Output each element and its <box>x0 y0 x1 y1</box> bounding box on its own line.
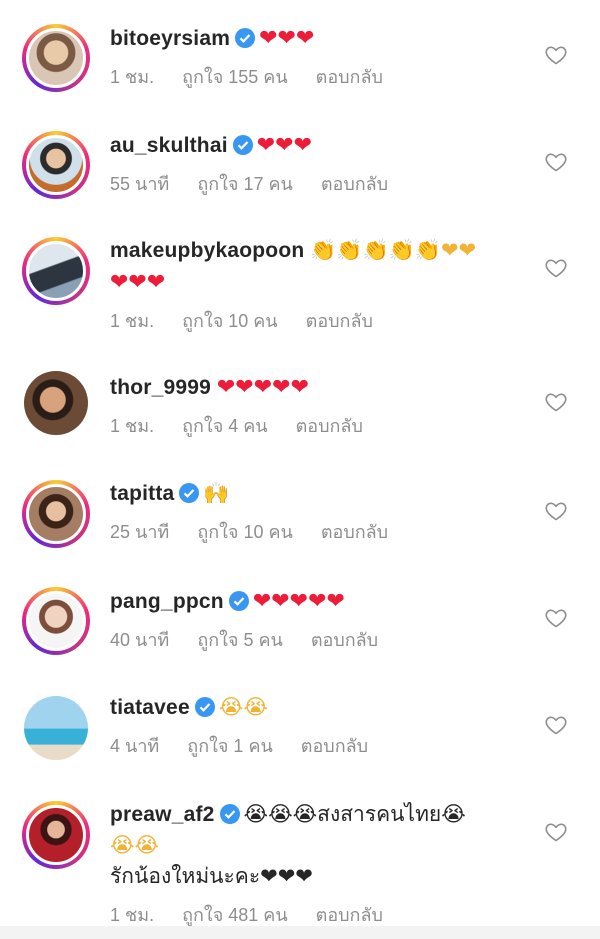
username[interactable]: au_skulthai <box>110 134 228 157</box>
avatar[interactable] <box>26 484 86 544</box>
verified-badge-icon <box>235 28 256 48</box>
heart-outline-icon[interactable] <box>544 256 568 280</box>
avatar[interactable] <box>26 591 86 651</box>
avatar-wrapper[interactable] <box>22 694 90 762</box>
avatar[interactable] <box>26 28 86 88</box>
likes-count[interactable]: ถูกใจ 17 คน <box>197 169 293 198</box>
heart-outline-icon[interactable] <box>544 150 568 174</box>
verified-badge-icon <box>194 697 215 717</box>
comment-time: 1 ชม. <box>110 67 155 87</box>
avatar[interactable] <box>26 241 86 301</box>
heart-outline-icon[interactable] <box>544 606 568 630</box>
reply-button[interactable]: ตอบกลับ <box>316 62 383 91</box>
likes-count[interactable]: ถูกใจ 10 คน <box>182 306 278 335</box>
likes-count[interactable]: ถูกใจ 4 คน <box>182 411 268 440</box>
comment-text-continued: ❤❤❤ <box>110 269 166 294</box>
likes-count[interactable]: ถูกใจ 155 คน <box>182 62 288 91</box>
comment-time: 55 นาที <box>110 174 170 194</box>
heart-outline-icon[interactable] <box>544 820 568 844</box>
likes-count[interactable]: ถูกใจ 10 คน <box>197 517 293 546</box>
likes-count[interactable]: ถูกใจ 5 คน <box>197 625 283 654</box>
likes-count[interactable]: ถูกใจ 1 คน <box>187 731 273 760</box>
reply-button[interactable]: ตอบกลับ <box>296 411 363 440</box>
avatar[interactable] <box>24 371 88 435</box>
comment-text: ❤❤❤❤❤ <box>252 588 345 613</box>
comment-text: 🙌 <box>203 481 230 505</box>
comment-time: 1 ชม. <box>110 416 155 436</box>
username[interactable]: bitoeyrsiam <box>110 27 230 50</box>
comment-text: 😭😭😭สงสารคนไทย😭 <box>243 802 466 826</box>
story-ring[interactable] <box>22 587 90 655</box>
verified-badge-icon <box>228 591 249 611</box>
comment-list: bitoeyrsiam ❤❤❤ 1 ชม. ถูกใจ 155 คน ตอบกลับ … <box>0 0 600 939</box>
avatar-wrapper[interactable] <box>22 369 90 437</box>
username[interactable]: thor_9999 <box>110 376 211 399</box>
username[interactable]: tiatavee <box>110 696 190 719</box>
likes-count[interactable]: ถูกใจ 481 คน <box>182 900 288 929</box>
story-ring[interactable] <box>22 801 90 869</box>
comment-text: ❤❤❤ <box>259 25 315 50</box>
reply-button[interactable]: ตอบกลับ <box>306 306 373 335</box>
reply-button[interactable]: ตอบกลับ <box>311 625 378 654</box>
avatar[interactable] <box>26 135 86 195</box>
story-ring[interactable] <box>22 480 90 548</box>
reply-button[interactable]: ตอบกลับ <box>301 731 368 760</box>
verified-badge-icon <box>232 135 253 155</box>
bottom-divider <box>0 926 600 939</box>
comment-text: 👏👏👏👏👏❤❤ <box>310 238 477 262</box>
comment-time: 4 นาที <box>110 736 160 756</box>
username[interactable]: tapitta <box>110 482 174 505</box>
heart-outline-icon[interactable] <box>544 43 568 67</box>
comment-text: 😭😭 <box>218 695 268 719</box>
username[interactable]: makeupbykaopoon <box>110 239 304 262</box>
story-ring[interactable] <box>22 237 90 305</box>
heart-outline-icon[interactable] <box>544 390 568 414</box>
comment-time: 1 ชม. <box>110 311 155 331</box>
verified-badge-icon <box>219 804 240 824</box>
heart-outline-icon[interactable] <box>544 713 568 737</box>
username[interactable]: pang_ppcn <box>110 590 224 613</box>
comment-text: ❤❤❤❤❤ <box>216 374 310 399</box>
heart-outline-icon[interactable] <box>544 499 568 523</box>
comment-time: 40 นาที <box>110 630 170 650</box>
reply-button[interactable]: ตอบกลับ <box>321 169 388 198</box>
story-ring[interactable] <box>22 24 90 92</box>
comment-time: 25 นาที <box>110 522 170 542</box>
comment-time: 1 ชม. <box>110 905 155 925</box>
avatar[interactable] <box>26 805 86 865</box>
comment-text: ❤❤❤ <box>256 132 313 157</box>
reply-button[interactable]: ตอบกลับ <box>316 900 383 929</box>
avatar[interactable] <box>24 696 88 760</box>
comment-text-continued-2: รักน้องใหม่นะคะ❤❤❤ <box>110 865 313 888</box>
comment-text-continued: 😭😭 <box>110 833 160 857</box>
story-ring[interactable] <box>22 131 90 199</box>
verified-badge-icon <box>179 483 200 503</box>
username[interactable]: preaw_af2 <box>110 803 215 826</box>
reply-button[interactable]: ตอบกลับ <box>321 517 388 546</box>
